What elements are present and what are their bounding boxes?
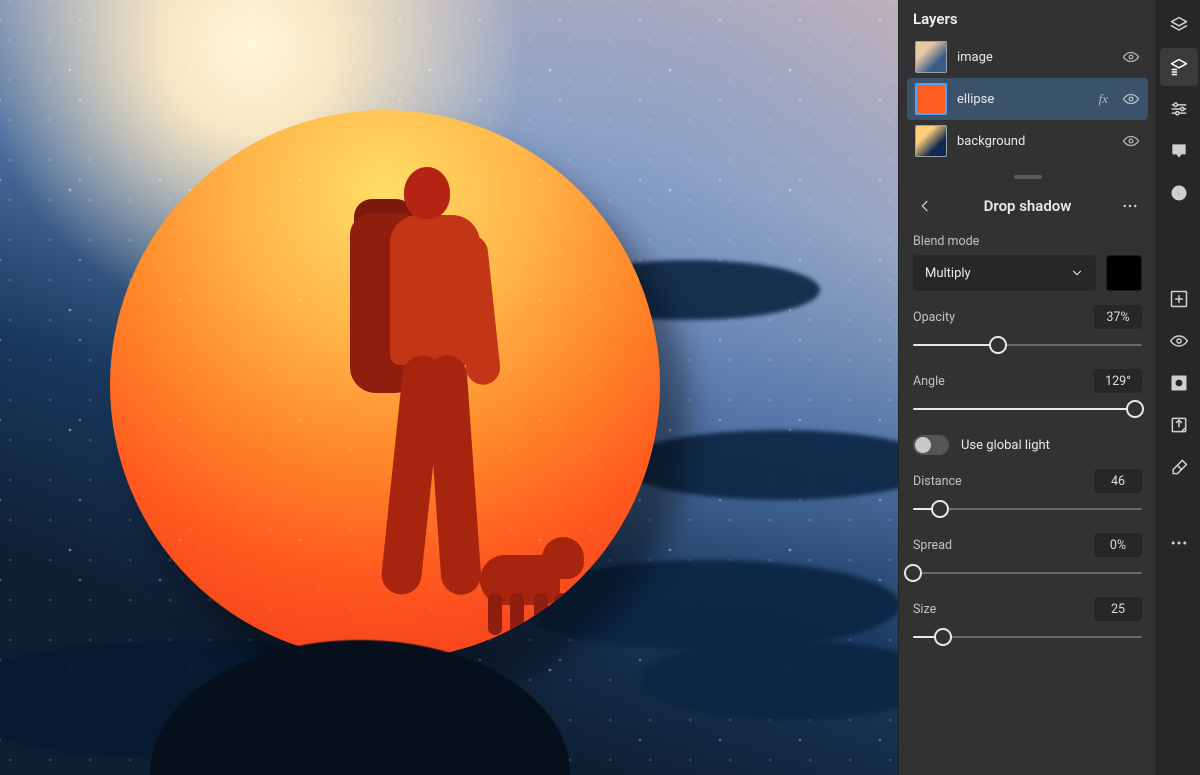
blend-mode-label: Blend mode (913, 234, 1142, 249)
blend-mode-select[interactable]: Multiply (913, 255, 1096, 291)
comments-rail-icon[interactable] (1160, 132, 1198, 170)
spread-label: Spread (913, 538, 952, 553)
blend-mode-value: Multiply (925, 266, 971, 281)
artwork-background (0, 0, 898, 775)
dog-silhouette (470, 515, 590, 635)
shadow-color-swatch[interactable] (1106, 255, 1142, 291)
visibility-toggle-icon[interactable] (1122, 48, 1140, 66)
visibility-toggle-icon[interactable] (1122, 132, 1140, 150)
layer-properties-rail-icon[interactable] (1160, 48, 1198, 86)
layer-name: ellipse (957, 92, 1089, 107)
layer-name: background (957, 134, 1112, 149)
opacity-slider[interactable] (913, 335, 1142, 355)
distance-slider[interactable] (913, 499, 1142, 519)
more-rail-icon[interactable] (1160, 524, 1198, 562)
layer-row-image[interactable]: image (907, 36, 1148, 78)
size-label: Size (913, 602, 936, 617)
use-global-light-toggle[interactable] (913, 435, 949, 455)
layer-thumbnail (915, 41, 947, 73)
fx-indicator: fx (1099, 91, 1108, 107)
back-button[interactable] (913, 194, 937, 218)
layer-thumbnail (915, 125, 947, 157)
layers-rail-icon[interactable] (1160, 6, 1198, 44)
mask-rail-icon[interactable] (1160, 364, 1198, 402)
visibility-rail-icon[interactable] (1160, 322, 1198, 360)
opacity-label: Opacity (913, 310, 955, 325)
canvas[interactable] (0, 0, 898, 775)
export-rail-icon[interactable] (1160, 406, 1198, 444)
angle-label: Angle (913, 374, 945, 389)
adjustments-rail-icon[interactable] (1160, 90, 1198, 128)
ellipse-layer[interactable] (110, 110, 660, 660)
layer-row-ellipse[interactable]: ellipse fx (907, 78, 1148, 120)
size-slider[interactable] (913, 627, 1142, 647)
visibility-toggle-icon[interactable] (1122, 90, 1140, 108)
right-panel: Layers image ellipse fx background (898, 0, 1156, 775)
layer-row-background[interactable]: background (907, 120, 1148, 162)
angle-slider[interactable] (913, 399, 1142, 419)
properties-title: Drop shadow (984, 197, 1072, 215)
layer-list: image ellipse fx background (899, 32, 1156, 170)
opacity-value[interactable]: 37% (1094, 305, 1142, 329)
layer-style-properties: Drop shadow Blend mode Multiply Opacit (899, 184, 1156, 775)
distance-value[interactable]: 46 (1094, 469, 1142, 493)
layer-name: image (957, 50, 1112, 65)
spread-value[interactable]: 0% (1094, 533, 1142, 557)
right-icon-rail (1156, 0, 1200, 775)
spread-slider[interactable] (913, 563, 1142, 583)
layers-panel-title: Layers (899, 0, 1156, 32)
layer-thumbnail (915, 83, 947, 115)
size-value[interactable]: 25 (1094, 597, 1142, 621)
add-rail-icon[interactable] (1160, 280, 1198, 318)
info-rail-icon[interactable] (1160, 174, 1198, 212)
erase-rail-icon[interactable] (1160, 448, 1198, 486)
use-global-light-label: Use global light (961, 438, 1050, 453)
distance-label: Distance (913, 474, 962, 489)
properties-more-button[interactable] (1118, 194, 1142, 218)
angle-value[interactable]: 129° (1094, 369, 1142, 393)
panel-resize-handle[interactable] (899, 170, 1156, 184)
